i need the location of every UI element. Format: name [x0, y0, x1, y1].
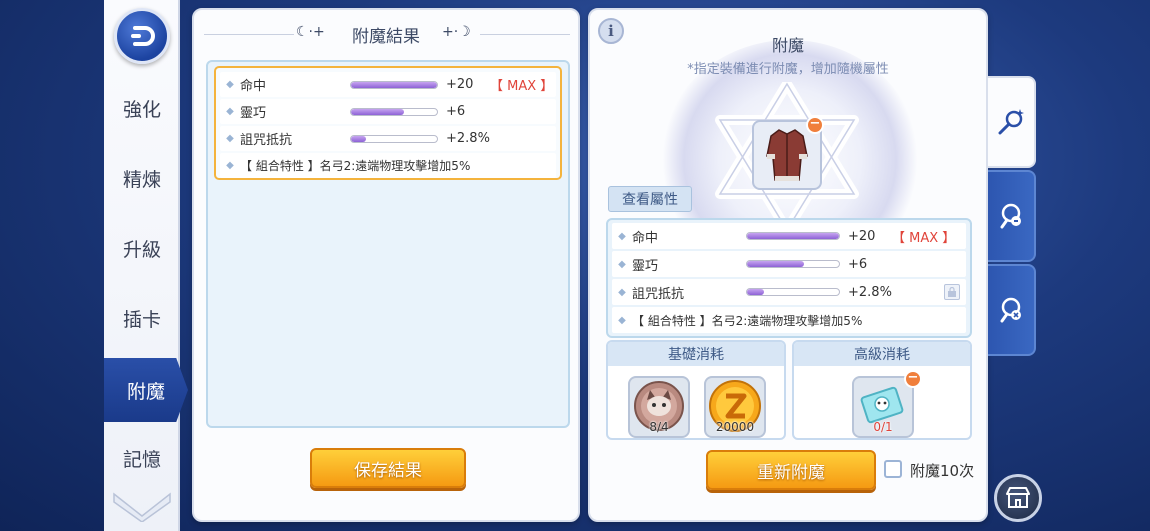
attribute-row: ◆ 命中 +20 【 MAX 】 [612, 223, 966, 249]
remove-item-icon[interactable]: − [904, 370, 922, 388]
diamond-bullet-icon: ◆ [226, 106, 234, 117]
diamond-bullet-icon: ◆ [226, 79, 234, 90]
remove-equipment-icon[interactable]: − [806, 116, 824, 134]
diamond-bullet-icon: ◆ [226, 160, 234, 171]
attribute-progress-bar [746, 260, 840, 268]
item-count: 8/4 [649, 420, 669, 434]
nav-scroll-down-button[interactable] [108, 484, 176, 524]
attribute-value: +20 [446, 77, 474, 92]
max-tag: 【 MAX 】 [892, 230, 956, 246]
result-list-area: ◆ 命中 +20 【 MAX 】 ◆ 靈巧 +6 ◆ 詛咒抵抗 +2.8% ◆ … [206, 60, 570, 428]
attribute-value: +2.8% [848, 284, 892, 300]
attribute-value: +6 [848, 256, 868, 272]
nav-item-card[interactable]: 插卡 [104, 286, 180, 350]
diamond-bullet-icon: ◆ [618, 230, 626, 242]
reenchant-button[interactable]: 重新附魔 [706, 450, 876, 490]
attribute-name: 詛咒抵抗 [632, 286, 685, 302]
attribute-progress-bar [746, 232, 840, 240]
attribute-row: ◆ 詛咒抵抗 +2.8% [612, 279, 966, 305]
enchant-result-panel: ☾·+ 附魔結果 +·☽ ◆ 命中 +20 【 MAX 】 ◆ 靈巧 +6 ◆ … [192, 8, 580, 522]
tab-enchant[interactable] [988, 76, 1036, 168]
back-button[interactable] [114, 8, 170, 64]
diamond-bullet-icon: ◆ [226, 133, 234, 144]
moon-ornament-icon: +·☽ [442, 24, 471, 40]
nav-item-enhance[interactable]: 強化 [104, 76, 180, 140]
combo-trait-text: 【 組合特性 】名弓2:遠端物理攻擊增加5% [632, 313, 863, 328]
save-result-button[interactable]: 保存結果 [310, 448, 466, 488]
combo-trait-row: ◆ 【 組合特性 】名弓2:遠端物理攻擊增加5% [220, 153, 556, 178]
attribute-row: ◆ 詛咒抵抗 +2.8% [220, 126, 556, 151]
attribute-progress-bar [746, 288, 840, 296]
attribute-progress-bar [350, 80, 438, 89]
item-count: 20000 [715, 420, 755, 434]
enchant-panel: i 附魔 *指定裝備進行附魔，增加隨機屬性 − 查看屬性 ◆ 命中 +20 【 … [588, 8, 988, 522]
shop-icon [1006, 487, 1030, 508]
cost-item-zeny[interactable]: 20000 [704, 376, 766, 438]
attribute-row: ◆ 靈巧 +6 [220, 99, 556, 124]
diamond-bullet-icon: ◆ [618, 258, 626, 270]
title-divider [480, 34, 570, 35]
attribute-value: +6 [446, 104, 466, 119]
combo-trait-row: ◆ 【 組合特性 】名弓2:遠端物理攻擊增加5% [612, 307, 966, 333]
shop-button[interactable] [994, 474, 1042, 522]
item-count: 0/1 [873, 420, 893, 434]
nav-item-enchant[interactable]: 附魔 [104, 358, 188, 422]
chevron-down-icon [113, 492, 171, 522]
equipment-slot[interactable]: − [752, 116, 824, 190]
attribute-row: ◆ 靈巧 +6 [612, 251, 966, 277]
advanced-cost-box: 高級消耗 0/1 − [792, 340, 972, 440]
panel-title: 附魔 [771, 36, 804, 55]
nav-item-refine[interactable]: 精煉 [104, 146, 180, 210]
result-attribute-box[interactable]: ◆ 命中 +20 【 MAX 】 ◆ 靈巧 +6 ◆ 詛咒抵抗 +2.8% ◆ … [214, 66, 562, 180]
back-arrow-icon [131, 26, 155, 46]
view-attributes-button[interactable]: 查看屬性 [608, 186, 692, 212]
attribute-progress-bar [350, 107, 438, 116]
nav-item-memory[interactable]: 記憶 [104, 426, 180, 490]
enchant-refresh-icon [1000, 203, 1021, 229]
nav-item-upgrade[interactable]: 升級 [104, 216, 180, 280]
attribute-name: 命中 [632, 230, 659, 246]
enchant-swap-icon [1000, 297, 1021, 323]
side-navigation: 強化 精煉 升級 插卡 附魔 記憶 [104, 0, 188, 531]
attribute-value: +20 [848, 228, 876, 244]
combo-trait-text: 【 組合特性 】名弓2:遠端物理攻擊增加5% [240, 159, 471, 173]
attribute-progress-bar [350, 134, 438, 143]
cost-header: 高級消耗 [794, 342, 970, 366]
diamond-bullet-icon: ◆ [618, 286, 626, 298]
attribute-name: 命中 [240, 79, 267, 94]
lock-icon[interactable] [944, 284, 960, 300]
enchant-10x-label: 附魔10次 [910, 462, 975, 480]
cost-header: 基礎消耗 [608, 342, 784, 366]
tab-enchant-refresh[interactable] [988, 170, 1036, 262]
attribute-row: ◆ 命中 +20 【 MAX 】 [220, 72, 556, 97]
cost-item-enchant-ticket[interactable]: 0/1 − [852, 370, 922, 438]
attribute-name: 靈巧 [240, 106, 267, 121]
attribute-value: +2.8% [446, 131, 490, 146]
cost-item-cat-coin[interactable]: 8/4 [628, 376, 690, 438]
basic-cost-box: 基礎消耗 8/4 20000 [606, 340, 786, 440]
panel-subtitle: *指定裝備進行附魔，增加隨機屬性 [687, 62, 889, 77]
current-attribute-box: ◆ 命中 +20 【 MAX 】 ◆ 靈巧 +6 ◆ 詛咒抵抗 +2.8% ◆ … [606, 218, 972, 338]
attribute-name: 詛咒抵抗 [240, 133, 293, 148]
enchant-10x-checkbox[interactable] [884, 460, 902, 478]
robe-armor-icon [766, 129, 808, 181]
diamond-bullet-icon: ◆ [618, 314, 626, 326]
attribute-name: 靈巧 [632, 258, 659, 274]
enchant-wand-icon [998, 109, 1024, 135]
max-tag: 【 MAX 】 [490, 79, 554, 94]
tab-enchant-swap[interactable] [988, 264, 1036, 356]
